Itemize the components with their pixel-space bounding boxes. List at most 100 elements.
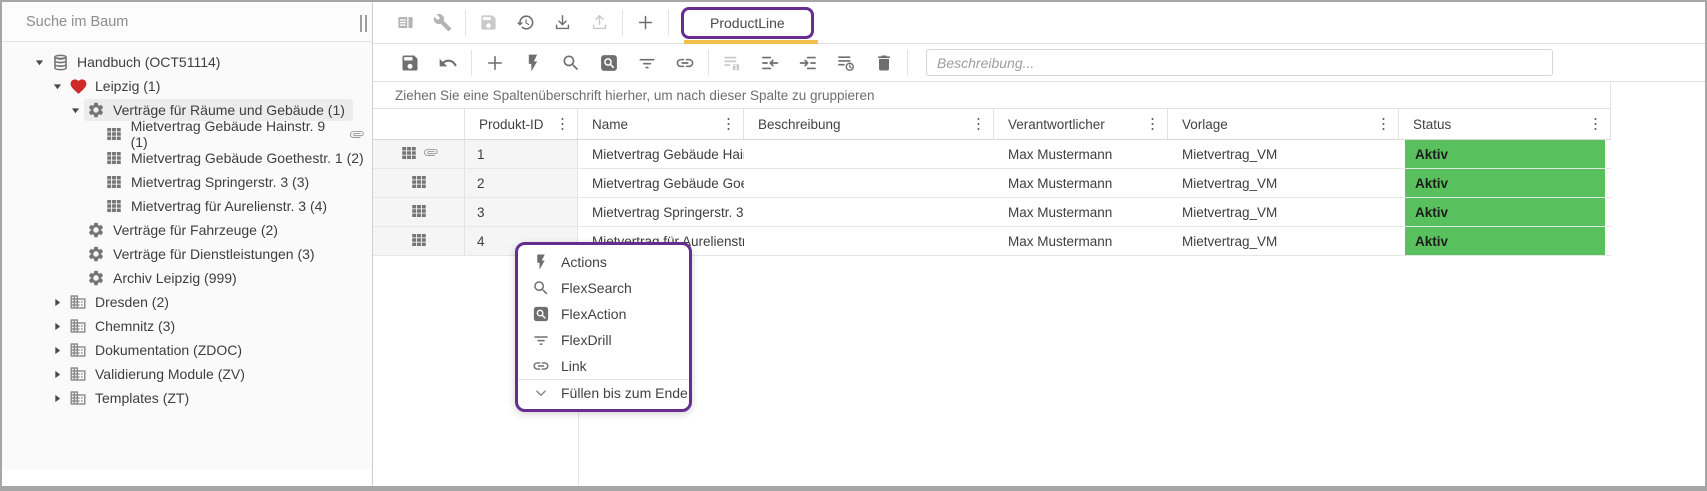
cell-verantwortlicher[interactable]: Max Mustermann bbox=[994, 169, 1168, 197]
cell-produkt-id[interactable]: 1 bbox=[465, 140, 578, 168]
cell-verantwortlicher[interactable]: Max Mustermann bbox=[994, 227, 1168, 255]
triangle-right-icon[interactable] bbox=[48, 293, 66, 311]
triangle-down-icon[interactable] bbox=[30, 53, 48, 71]
cell-verantwortlicher[interactable]: Max Mustermann bbox=[994, 198, 1168, 226]
bolt-button[interactable] bbox=[514, 46, 552, 80]
filter-button[interactable] bbox=[628, 46, 666, 80]
row-handle-cell[interactable] bbox=[373, 227, 465, 255]
save-button[interactable] bbox=[391, 46, 429, 80]
attachment-icon bbox=[423, 145, 438, 163]
column-menu-icon[interactable]: ⋮ bbox=[1145, 117, 1160, 132]
tree-item-target[interactable]: Archiv Leipzig (999) bbox=[84, 267, 245, 289]
triangle-right-icon[interactable] bbox=[48, 317, 66, 335]
tree-item-target[interactable]: Mietvertrag Gebäude Goethestr. 1 (2) bbox=[102, 147, 372, 169]
plus-button[interactable] bbox=[627, 6, 664, 40]
link-button[interactable] bbox=[666, 46, 704, 80]
menu-item-flexaction[interactable]: FlexAction bbox=[518, 301, 689, 327]
cell-vorlage[interactable]: Mietvertrag_VM bbox=[1168, 169, 1399, 197]
toolbar-separator bbox=[465, 10, 466, 36]
column-header-produkt-id[interactable]: Produkt-ID⋮ bbox=[465, 109, 578, 139]
cell-name[interactable]: Mietvertrag Gebäude Hainstr. 9 bbox=[578, 140, 744, 168]
tab-productline[interactable]: ProductLine bbox=[681, 7, 814, 39]
cell-status[interactable]: Aktiv bbox=[1399, 169, 1611, 197]
column-header-beschreibung[interactable]: Beschreibung⋮ bbox=[744, 109, 994, 139]
cell-produkt-id[interactable]: 2 bbox=[465, 169, 578, 197]
tree-item-target[interactable]: Handbuch (OCT51114) bbox=[48, 51, 228, 73]
boxed-search-icon bbox=[531, 305, 550, 324]
triangle-right-icon[interactable] bbox=[48, 365, 66, 383]
tree-item-target[interactable]: Chemnitz (3) bbox=[66, 315, 183, 337]
rows-arrow-left-button[interactable] bbox=[751, 46, 789, 80]
cell-status[interactable]: Aktiv bbox=[1399, 227, 1611, 255]
table-icon bbox=[400, 144, 418, 165]
column-menu-icon[interactable]: ⋮ bbox=[555, 117, 570, 132]
column-menu-icon[interactable]: ⋮ bbox=[971, 117, 986, 132]
tree-item: Mietvertrag Gebäude Goethestr. 1 (2) bbox=[2, 146, 372, 170]
tree-item-target[interactable]: Validierung Module (ZV) bbox=[66, 363, 253, 385]
menu-item-link[interactable]: Link bbox=[518, 353, 689, 379]
column-header-status[interactable]: Status⋮ bbox=[1399, 109, 1611, 139]
cell-vorlage[interactable]: Mietvertrag_VM bbox=[1168, 198, 1399, 226]
cell-beschreibung[interactable] bbox=[744, 198, 994, 226]
cell-name[interactable]: Mietvertrag Gebäude Goethestr. 1 bbox=[578, 169, 744, 197]
tree-item-target[interactable]: Templates (ZT) bbox=[66, 387, 197, 409]
triangle-down-icon[interactable] bbox=[66, 101, 84, 119]
tree-item-target[interactable]: Verträge für Fahrzeuge (2) bbox=[84, 219, 286, 241]
undo-button[interactable] bbox=[429, 46, 467, 80]
triangle-right-icon[interactable] bbox=[48, 341, 66, 359]
menu-item-f-llen-bis-zum-ende[interactable]: Füllen bis zum Ende bbox=[518, 379, 689, 405]
rows-history-button[interactable] bbox=[827, 46, 865, 80]
tree-item: Dokumentation (ZDOC) bbox=[2, 338, 372, 362]
column-header-vorlage[interactable]: Vorlage⋮ bbox=[1168, 109, 1399, 139]
menu-item-flexdrill[interactable]: FlexDrill bbox=[518, 327, 689, 353]
tree-search-row bbox=[2, 2, 372, 42]
cell-beschreibung[interactable] bbox=[744, 140, 994, 168]
column-header-name[interactable]: Name⋮ bbox=[578, 109, 744, 139]
app-toolbar: ProductLine bbox=[373, 2, 1705, 44]
tree-item-target[interactable]: Leipzig (1) bbox=[66, 75, 168, 97]
panel-button[interactable] bbox=[387, 6, 424, 40]
group-by-dropzone[interactable]: Ziehen Sie eine Spaltenüberschrift hierh… bbox=[373, 82, 1611, 109]
row-handle-cell[interactable] bbox=[373, 140, 465, 168]
history-button[interactable] bbox=[507, 6, 544, 40]
triangle-down-icon[interactable] bbox=[48, 77, 66, 95]
column-menu-icon[interactable]: ⋮ bbox=[721, 117, 736, 132]
search-button[interactable] bbox=[552, 46, 590, 80]
column-menu-icon[interactable]: ⋮ bbox=[1588, 117, 1603, 132]
tree-item-target[interactable]: Dresden (2) bbox=[66, 291, 177, 313]
tree-item-target[interactable]: Verträge für Dienstleistungen (3) bbox=[84, 243, 323, 265]
menu-item-flexsearch[interactable]: FlexSearch bbox=[518, 275, 689, 301]
row-handle-cell[interactable] bbox=[373, 169, 465, 197]
triangle-right-icon[interactable] bbox=[48, 389, 66, 407]
tree-item-target[interactable]: Mietvertrag Springerstr. 3 (3) bbox=[102, 171, 317, 193]
cell-produkt-id[interactable]: 3 bbox=[465, 198, 578, 226]
tree-search-input[interactable] bbox=[2, 14, 322, 30]
description-input[interactable] bbox=[926, 49, 1553, 76]
tree-item-target[interactable]: Mietvertrag Gebäude Hainstr. 9 (1) bbox=[102, 123, 372, 145]
trash-button[interactable] bbox=[865, 46, 903, 80]
rows-arrow-right-button[interactable] bbox=[789, 46, 827, 80]
table-row[interactable]: 3Mietvertrag Springerstr. 3 Max Musterman… bbox=[373, 198, 1611, 227]
cell-verantwortlicher[interactable]: Max Mustermann bbox=[994, 140, 1168, 168]
column-menu-icon[interactable]: ⋮ bbox=[1376, 117, 1391, 132]
boxed-search-button[interactable] bbox=[590, 46, 628, 80]
cell-status[interactable]: Aktiv bbox=[1399, 198, 1611, 226]
cell-beschreibung[interactable] bbox=[744, 169, 994, 197]
bolt-icon bbox=[523, 53, 543, 73]
wrench-button[interactable] bbox=[424, 6, 461, 40]
cell-status[interactable]: Aktiv bbox=[1399, 140, 1611, 168]
tree-item-target[interactable]: Mietvertrag für Aurelienstr. 3 (4) bbox=[102, 195, 335, 217]
cell-beschreibung[interactable] bbox=[744, 227, 994, 255]
column-header-verantwortlicher[interactable]: Verantwortlicher⋮ bbox=[994, 109, 1168, 139]
cell-vorlage[interactable]: Mietvertrag_VM bbox=[1168, 140, 1399, 168]
table-row[interactable]: 1Mietvertrag Gebäude Hainstr. 9 Max Muste… bbox=[373, 140, 1611, 169]
menu-item-actions[interactable]: Actions bbox=[518, 249, 689, 275]
cell-vorlage[interactable]: Mietvertrag_VM bbox=[1168, 227, 1399, 255]
cell-name[interactable]: Mietvertrag Springerstr. 3 bbox=[578, 198, 744, 226]
tree-item-target[interactable]: Dokumentation (ZDOC) bbox=[66, 339, 250, 361]
row-handle-cell[interactable] bbox=[373, 198, 465, 226]
plus-button[interactable] bbox=[476, 46, 514, 80]
download-button[interactable] bbox=[544, 6, 581, 40]
panel-splitter-handle[interactable] bbox=[357, 13, 369, 33]
table-row[interactable]: 2Mietvertrag Gebäude Goethestr. 1 Max Mus… bbox=[373, 169, 1611, 198]
